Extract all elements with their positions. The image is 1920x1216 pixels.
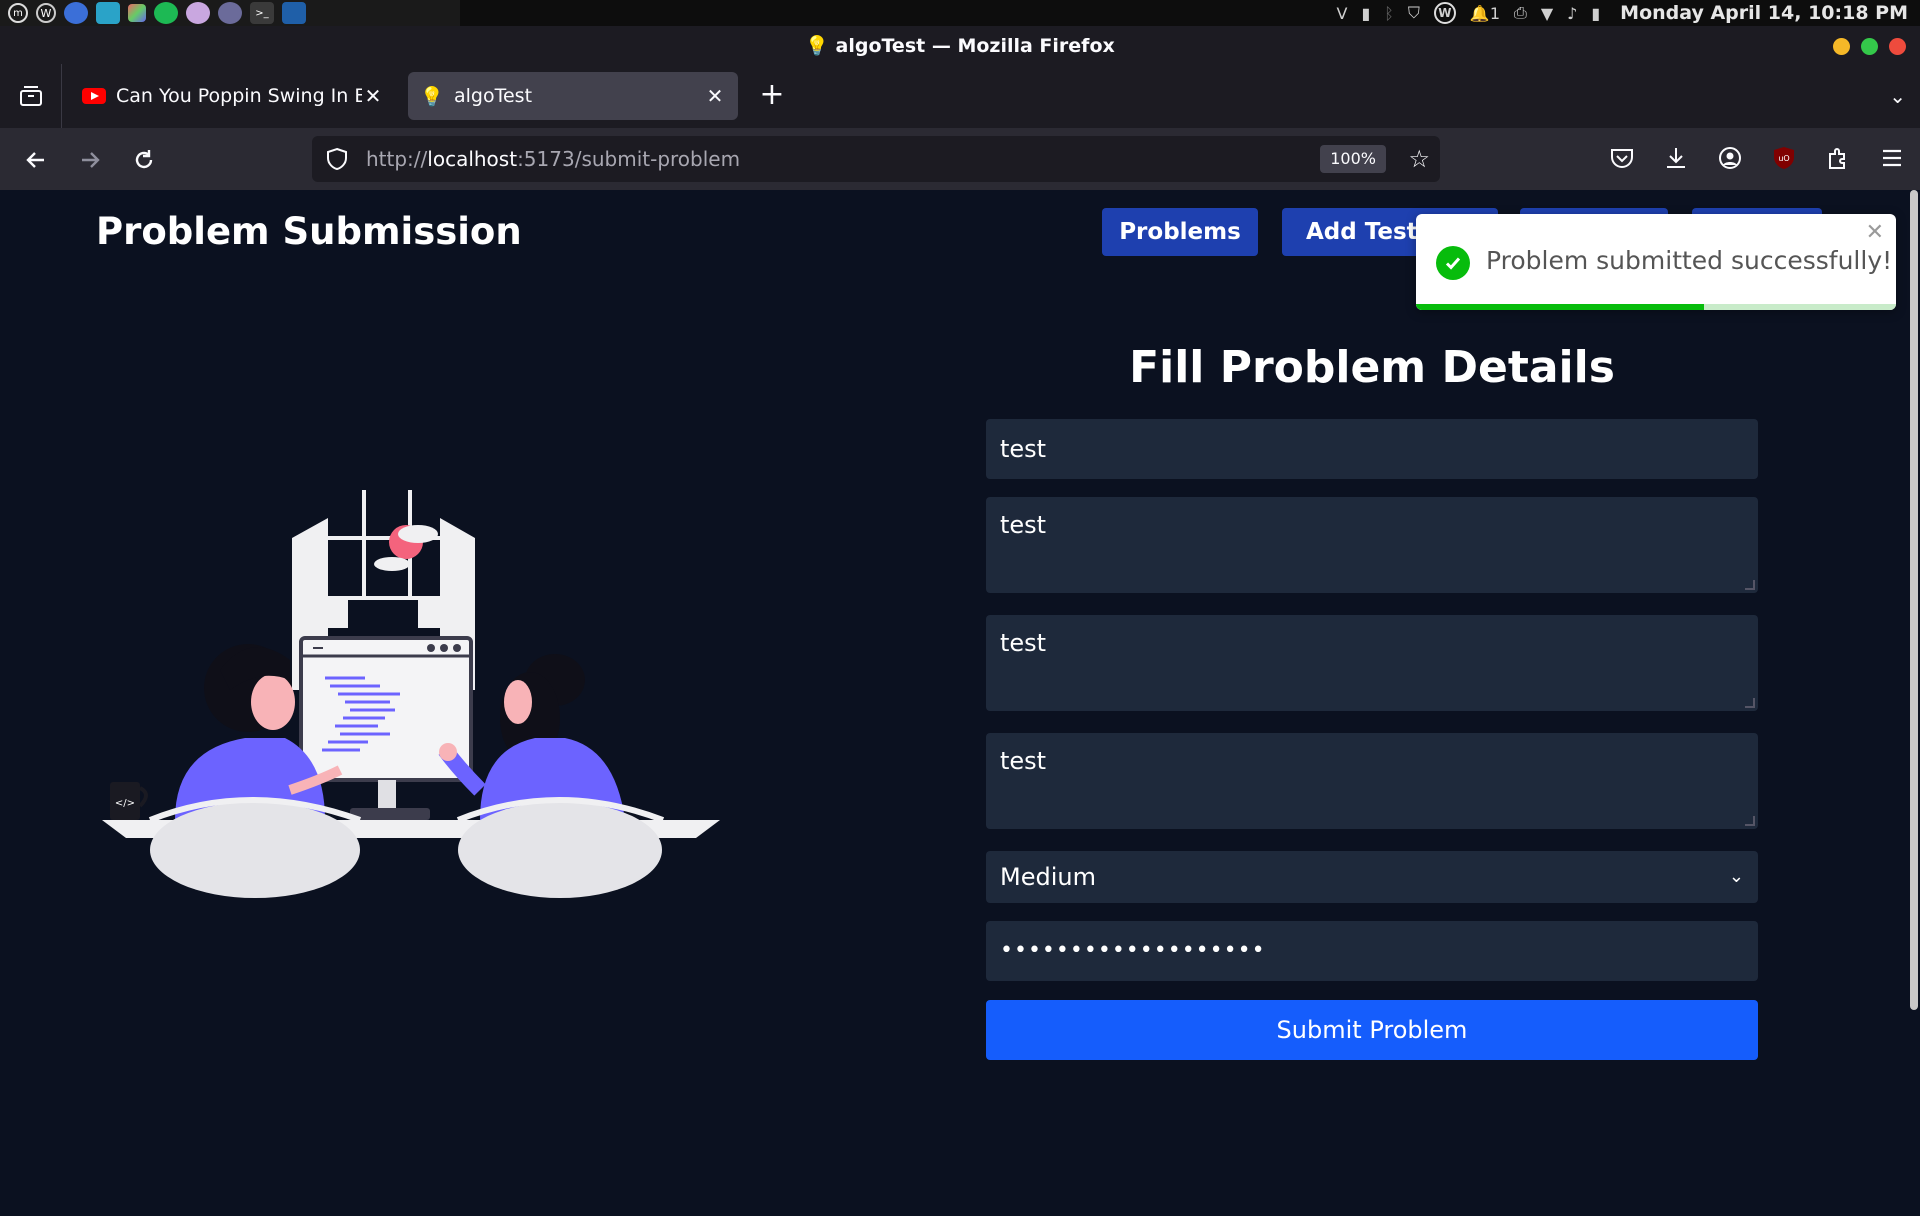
coding-illustration: </> (102, 490, 720, 898)
url-host: localhost (427, 147, 518, 171)
checkmark-icon (1436, 246, 1470, 280)
files-icon[interactable] (96, 2, 120, 24)
youtube-icon (82, 87, 106, 105)
forward-button[interactable] (72, 142, 108, 178)
account-icon[interactable] (1714, 142, 1746, 174)
form-heading: Fill Problem Details (1129, 342, 1615, 393)
description-textarea[interactable]: test (986, 497, 1758, 593)
hamburger-menu-icon[interactable] (1876, 142, 1908, 174)
difficulty-select[interactable]: Medium ⌄ (986, 851, 1758, 903)
page-scrollbar[interactable] (1910, 190, 1918, 1010)
toolbar-icons: uO (1606, 142, 1908, 174)
arrow-left-icon (26, 152, 44, 168)
output-format-textarea[interactable]: test (986, 733, 1758, 829)
tab-youtube[interactable]: Can You Poppin Swing In Ev ✕ (70, 72, 396, 120)
tracking-protection-icon[interactable] (322, 147, 352, 171)
close-window-button[interactable] (1889, 38, 1906, 55)
folder-icon[interactable] (218, 2, 242, 24)
tabs-overview-icon (19, 86, 42, 106)
url-text[interactable]: http://localhost:5173/submit-problem (366, 147, 740, 171)
ublock-origin-icon[interactable]: uO (1768, 142, 1800, 174)
wordpress-icon[interactable]: W (1433, 2, 1456, 24)
spotify-icon[interactable] (154, 2, 178, 24)
system-tray: Ⅴ ▮ ᛒ ⛉ W 🔔1 ⎙ ▼ ♪ ▮ Monday April 14, 10… (1337, 0, 1908, 26)
secret-field[interactable]: ••••••••••••••••••• (986, 921, 1758, 981)
arrow-right-icon (82, 152, 100, 168)
close-tab-icon[interactable]: ✕ (704, 84, 726, 108)
chevron-down-icon[interactable]: ⌄ (1889, 84, 1906, 108)
new-tab-button[interactable]: + (756, 80, 788, 112)
volume-icon[interactable]: ♪ (1567, 4, 1577, 23)
tab-list-button[interactable] (0, 64, 62, 128)
vpn-icon[interactable]: Ⅴ (1337, 4, 1348, 23)
reload-button[interactable] (126, 142, 162, 178)
mint-menu-icon[interactable]: m (8, 3, 28, 23)
close-icon[interactable]: ✕ (1866, 220, 1884, 245)
apps-grid-icon[interactable] (128, 4, 146, 22)
app-icon[interactable] (186, 2, 210, 24)
pocket-icon[interactable] (1606, 142, 1638, 174)
tab-label: Can You Poppin Swing In Ev (116, 85, 362, 107)
tab-bar: Can You Poppin Swing In Ev ✕ 💡 algoTest … (0, 64, 1920, 128)
bookmark-star-icon[interactable]: ☆ (1408, 145, 1430, 173)
submit-problem-button[interactable]: Submit Problem (986, 1000, 1758, 1060)
notification-icon[interactable]: 🔔1 (1470, 4, 1500, 23)
zoom-indicator[interactable]: 100% (1320, 145, 1386, 173)
printer-icon[interactable]: ⎙ (1514, 3, 1527, 23)
lightbulb-icon: 💡 (420, 85, 444, 108)
notification-count: 1 (1489, 3, 1500, 23)
vscode-icon[interactable] (282, 2, 306, 24)
clock[interactable]: Monday April 14, 10:18 PM (1620, 2, 1908, 24)
back-button[interactable] (18, 142, 54, 178)
toast-message: Problem submitted successfully! (1486, 246, 1893, 275)
extensions-icon[interactable] (1822, 142, 1854, 174)
url-scheme: http:// (366, 147, 428, 171)
url-bar[interactable]: http://localhost:5173/submit-problem 100… (312, 136, 1440, 1216)
clipboard-icon[interactable]: ▮ (1361, 4, 1370, 23)
url-path: :5173/submit-problem (517, 147, 741, 171)
toast-progress-bar (1416, 304, 1704, 310)
shield-icon[interactable]: ⛉ (1408, 3, 1420, 23)
battery-icon[interactable]: ▮ (1591, 4, 1600, 23)
terminal-icon[interactable]: >_ (250, 2, 274, 24)
nav-problems-button[interactable]: Problems (1102, 208, 1258, 256)
bluetooth-icon[interactable]: ᛒ (1384, 4, 1394, 23)
svg-text:uO: uO (1778, 154, 1789, 163)
wordpress-icon[interactable]: W (36, 3, 56, 23)
maximize-button[interactable] (1861, 38, 1878, 55)
os-top-panel: m W >_ Ⅴ ▮ ᛒ ⛉ W 🔔1 ⎙ ▼ ♪ ▮ Monday April… (0, 0, 1920, 26)
chevron-down-icon: ⌄ (1728, 866, 1744, 887)
tab-label: algoTest (454, 85, 533, 107)
success-toast[interactable]: Problem submitted successfully! ✕ (1416, 214, 1896, 310)
navigation-toolbar: http://localhost:5173/submit-problem 100… (0, 128, 1920, 1216)
window-titlebar: 💡 algoTest — Mozilla Firefox (0, 26, 1920, 64)
downloads-icon[interactable] (1660, 142, 1692, 174)
input-format-textarea[interactable]: test (986, 615, 1758, 711)
reload-icon (135, 150, 153, 169)
wifi-icon[interactable]: ▼ (1541, 4, 1553, 23)
title-input[interactable]: test (986, 419, 1758, 479)
firefox-icon[interactable] (64, 2, 88, 24)
difficulty-value: Medium (1000, 863, 1096, 891)
minimize-button[interactable] (1833, 38, 1850, 55)
window-controls (1833, 38, 1906, 55)
page-title: Problem Submission (96, 210, 522, 253)
page-viewport: Problem Submission Problems Add TestC </… (0, 190, 1920, 1080)
svg-text:</>: </> (115, 798, 135, 809)
launcher-bar: m W >_ (0, 0, 460, 26)
tab-algotest[interactable]: 💡 algoTest ✕ (408, 72, 738, 120)
close-tab-icon[interactable]: ✕ (362, 84, 384, 108)
window-title: 💡 algoTest — Mozilla Firefox (805, 34, 1115, 57)
